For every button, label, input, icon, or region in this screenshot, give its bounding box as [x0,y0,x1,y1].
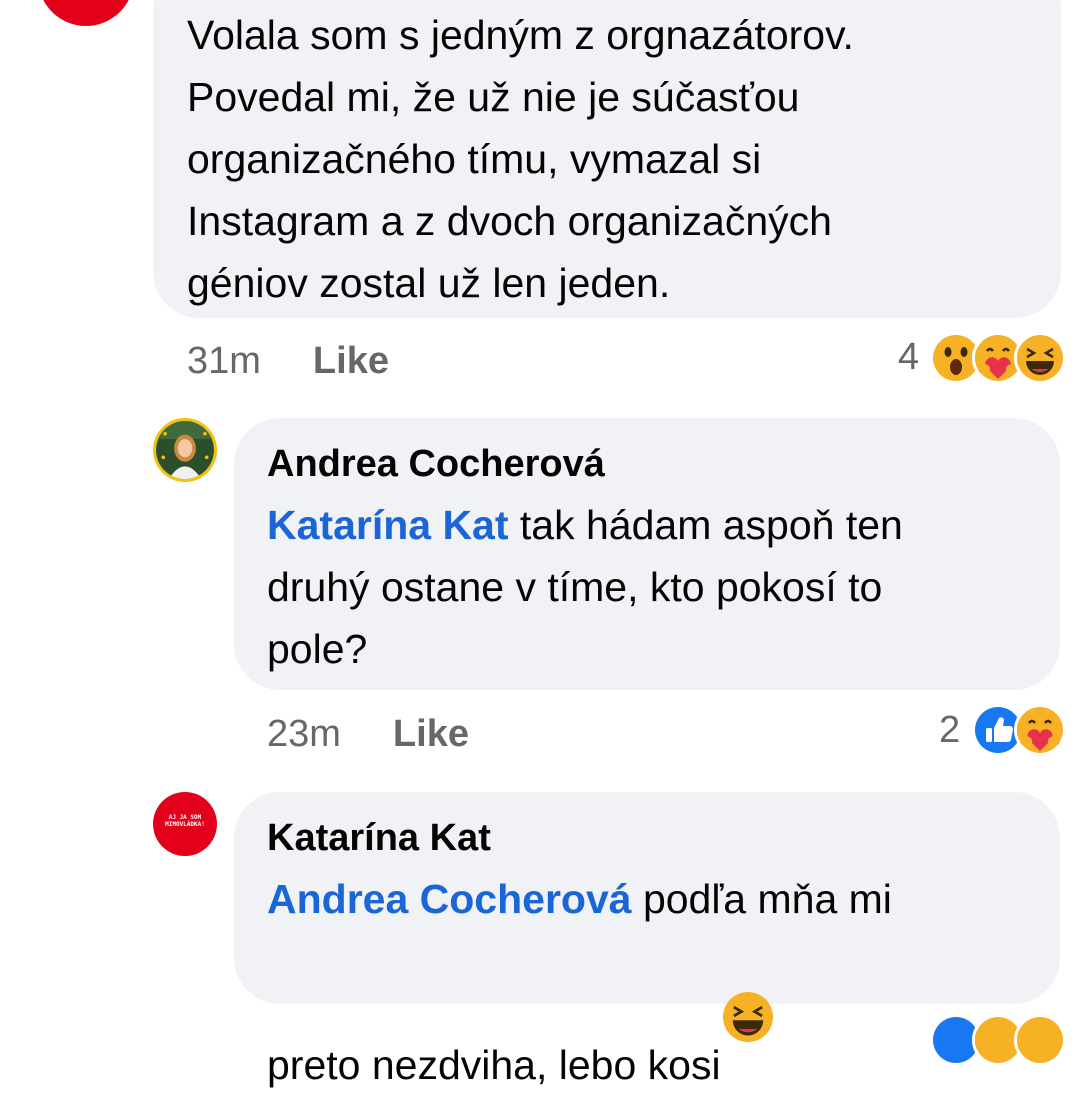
comment-bubble: Katarína Kat Andrea Cocherová podľa mňa … [234,792,1060,1088]
commenter-avatar[interactable] [153,418,217,482]
like-button[interactable]: Like [393,713,469,755]
like-button[interactable]: Like [313,340,389,382]
comment-timestamp[interactable]: 23m [267,713,341,755]
care-icon[interactable] [1014,704,1066,756]
commenter-avatar[interactable]: AJ JA SOM MIMOVLÁDKA! [153,792,217,856]
haha-icon[interactable] [1014,1014,1066,1066]
comment-author[interactable]: Katarína Kat [267,814,1060,862]
mention-link[interactable]: Katarína Kat [267,502,509,548]
reaction-count[interactable]: 4 [898,333,919,381]
comment-bubble: Andrea Cocherová Katarína Kat tak hádam … [234,418,1060,690]
comment-author[interactable]: Andrea Cocherová [267,440,1060,488]
comment-bubble: Volala som s jedným z orgnazátorov. Pove… [153,0,1061,318]
comment-meta: 31m Like [187,337,389,385]
commenter-avatar[interactable] [38,0,134,26]
comment-text: Volala som s jedným z orgnazátorov. Pove… [187,12,854,306]
mention-link[interactable]: Andrea Cocherová [267,876,632,922]
avatar-logo-text: AJ JA SOM MIMOVLÁDKA! [165,814,205,828]
haha-emoji-icon [722,930,773,1042]
comment-meta: 23m Like [267,710,469,758]
haha-icon[interactable] [1014,332,1066,384]
reaction-count[interactable]: 2 [939,706,960,754]
comment-text: Katarína Kat tak hádam aspoň ten druhý o… [267,502,903,672]
comment-timestamp[interactable]: 31m [187,340,261,382]
